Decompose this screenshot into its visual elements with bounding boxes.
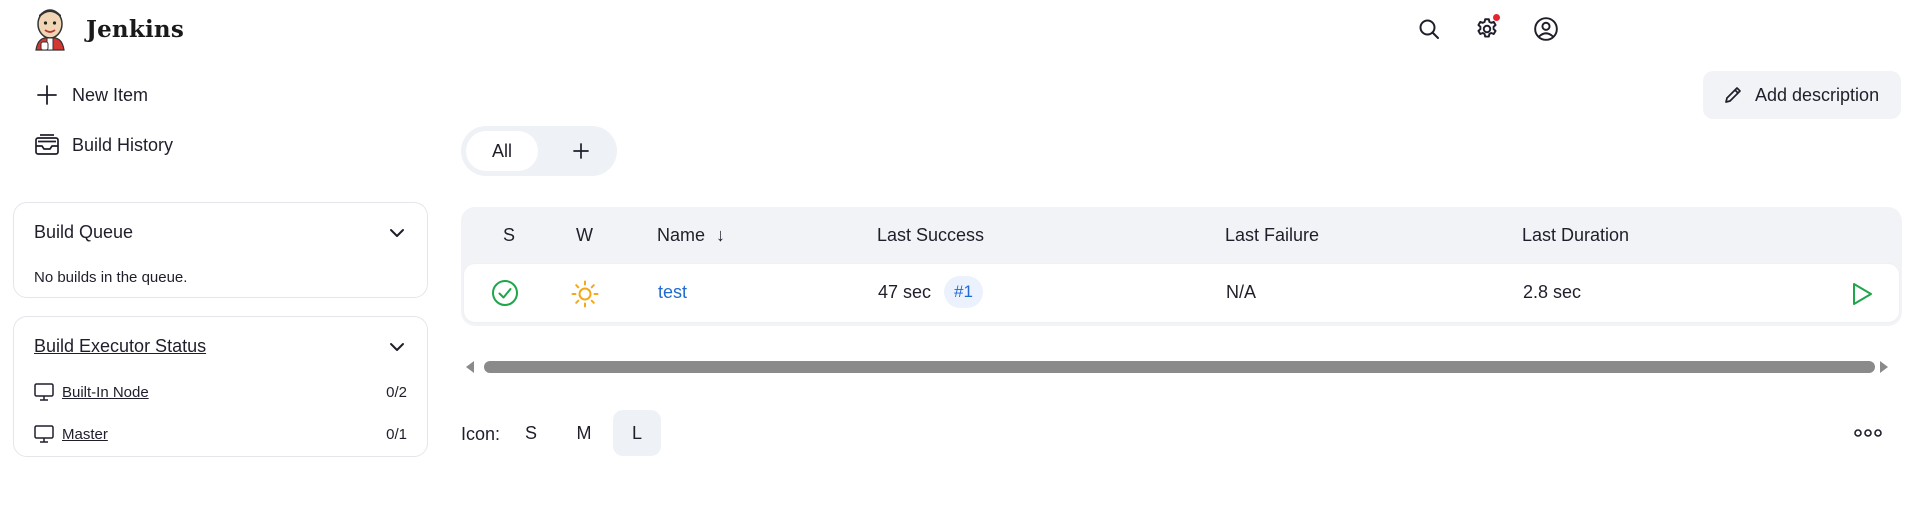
computer-icon	[34, 425, 54, 443]
build-queue-title: Build Queue	[34, 222, 134, 242]
last-duration-value: 2.8 sec	[1523, 282, 1582, 302]
executor-status-pane: Build Executor Status Built-In Node 0/2 …	[13, 316, 428, 457]
sort-arrow-icon: ↓	[716, 225, 726, 245]
build-history-link[interactable]: Build History	[34, 132, 173, 158]
job-name-link[interactable]: test	[658, 282, 687, 303]
sun-weather-icon	[571, 280, 599, 308]
executor-node-link[interactable]: Built-In Node	[62, 384, 149, 401]
build-number-badge[interactable]: #1	[944, 276, 983, 308]
chevron-down-icon[interactable]	[387, 337, 407, 357]
scroll-left-arrow-icon[interactable]	[466, 361, 474, 373]
column-header-status[interactable]: S	[503, 225, 515, 246]
plus-icon	[34, 82, 60, 108]
settings-button[interactable]	[1472, 14, 1502, 44]
executor-node-link[interactable]: Master	[62, 426, 108, 443]
icon-size-label: Icon:	[461, 424, 501, 444]
icon-size-large-button[interactable]: L	[613, 410, 661, 456]
icon-size-small-button[interactable]: S	[507, 410, 555, 456]
tab-all[interactable]: All	[466, 131, 538, 171]
column-header-name[interactable]: Name ↓	[657, 225, 725, 246]
projects-table: S W Name ↓ Last Success Last Failure Las…	[461, 207, 1902, 326]
more-horizontal-icon	[1854, 429, 1882, 437]
jenkins-logo-icon	[35, 9, 65, 51]
icon-size-medium-button[interactable]: M	[560, 410, 608, 456]
computer-icon	[34, 383, 54, 401]
brand[interactable]: Jenkins	[30, 6, 184, 52]
executor-count: 0/1	[386, 425, 407, 443]
search-button[interactable]	[1414, 14, 1444, 44]
horizontal-scrollbar-thumb[interactable]	[484, 361, 1875, 373]
table-row: test 47 sec #1 N/A 2.8 sec	[463, 263, 1900, 323]
more-options-button[interactable]	[1852, 420, 1884, 446]
view-tabs: All	[461, 126, 617, 176]
executor-count: 0/2	[386, 383, 407, 401]
play-build-icon[interactable]	[1850, 281, 1874, 307]
inbox-icon	[34, 132, 60, 158]
add-description-button[interactable]: Add description	[1703, 71, 1901, 119]
plus-icon	[573, 143, 589, 159]
user-button[interactable]	[1531, 14, 1561, 44]
build-history-label: Build History	[72, 134, 174, 155]
last-failure-value: N/A	[1226, 282, 1257, 302]
last-success-value: 47 sec	[878, 282, 932, 302]
column-header-name-label: Name	[657, 225, 706, 245]
scroll-right-arrow-icon[interactable]	[1880, 361, 1888, 373]
search-icon	[1419, 19, 1439, 39]
executor-status-title[interactable]: Build Executor Status	[34, 336, 206, 357]
new-item-label: New Item	[72, 84, 149, 105]
column-header-last-duration[interactable]: Last Duration	[1522, 225, 1629, 246]
executor-row: Built-In Node 0/2	[34, 383, 407, 401]
top-header: Jenkins	[0, 0, 1919, 58]
build-queue-pane: Build Queue No builds in the queue.	[13, 202, 428, 298]
new-item-link[interactable]: New Item	[34, 82, 148, 108]
add-description-label: Add description	[1755, 84, 1880, 105]
executor-row: Master 0/1	[34, 425, 407, 443]
build-queue-empty-text: No builds in the queue.	[34, 269, 188, 286]
success-status-icon	[492, 280, 518, 306]
notification-dot	[1493, 14, 1500, 21]
column-header-last-success[interactable]: Last Success	[877, 225, 984, 246]
user-icon	[1534, 17, 1558, 41]
column-header-weather[interactable]: W	[576, 225, 593, 246]
brand-name: Jenkins	[86, 15, 184, 43]
chevron-down-icon[interactable]	[387, 223, 407, 243]
new-view-button[interactable]	[561, 131, 601, 171]
pencil-icon	[1725, 87, 1741, 103]
column-header-last-failure[interactable]: Last Failure	[1225, 225, 1319, 246]
